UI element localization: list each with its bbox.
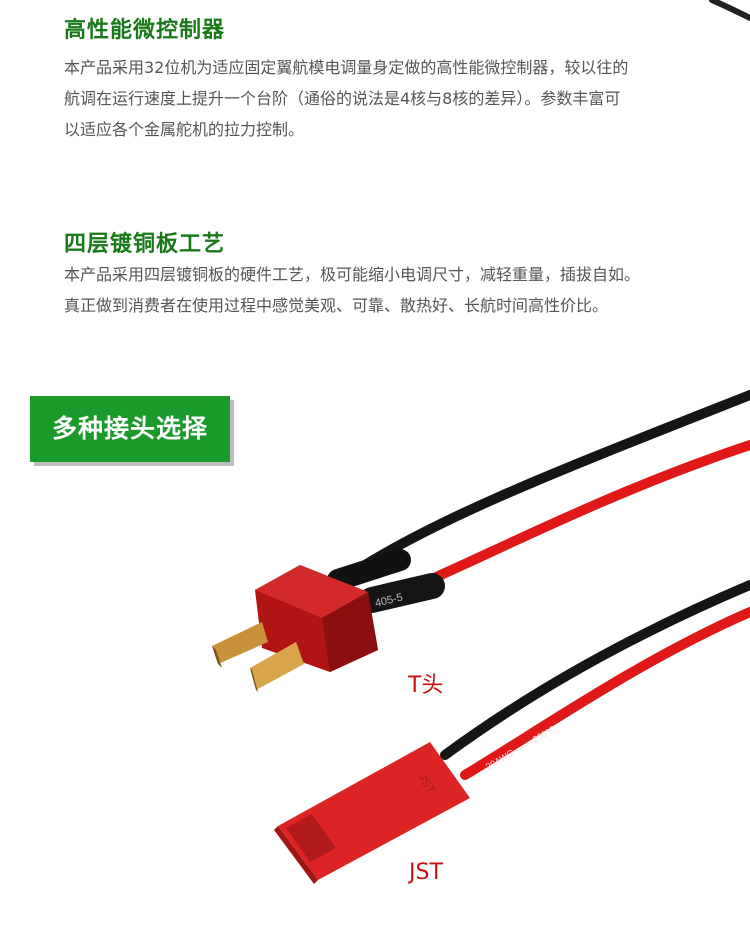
jst-connector-label: JST	[409, 860, 443, 885]
t-black-wire	[340, 390, 750, 583]
t-black-shrink	[327, 549, 411, 591]
top-cable	[709, 0, 750, 21]
connector-illustration: 405-5 20AWG —— 200°C JST	[212, 0, 750, 884]
jst-black-wire	[440, 580, 750, 760]
svg-text:20AWG —— 200°C: 20AWG —— 200°C	[484, 723, 558, 772]
t-connector-label: T头	[408, 673, 444, 698]
